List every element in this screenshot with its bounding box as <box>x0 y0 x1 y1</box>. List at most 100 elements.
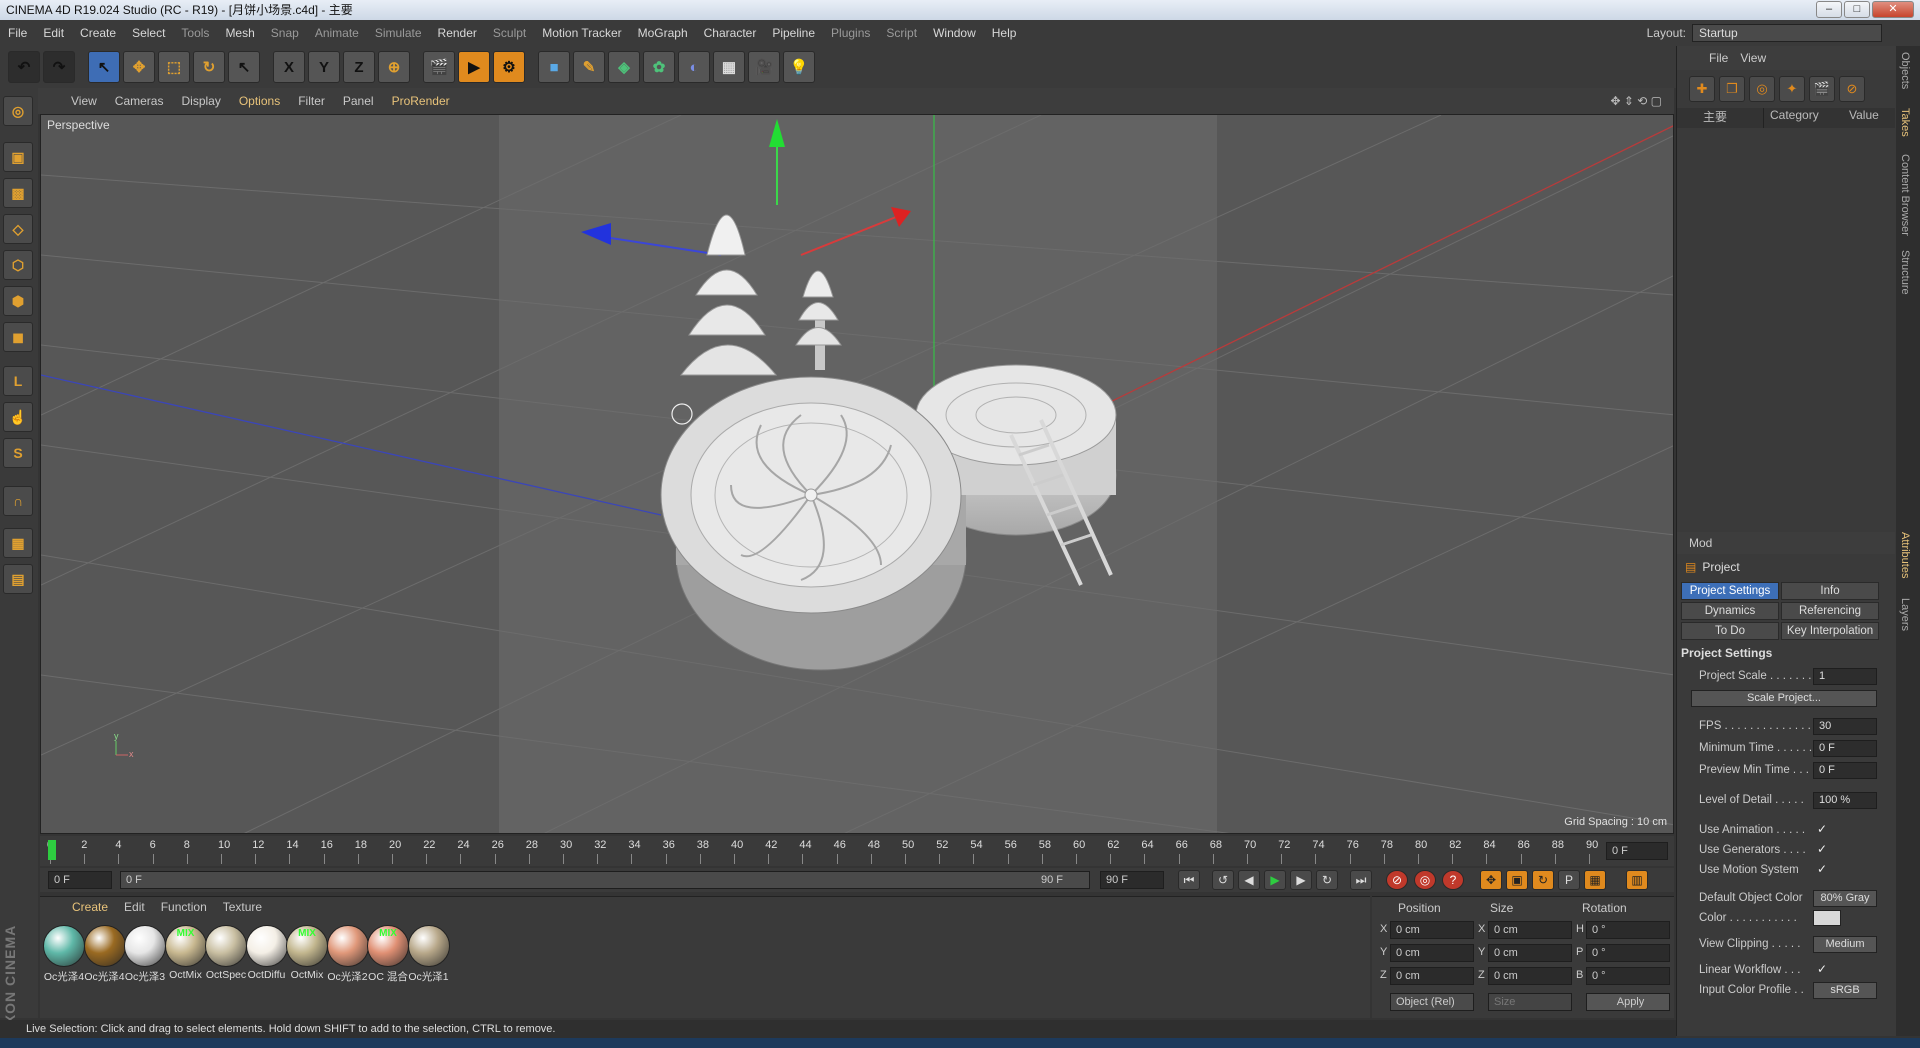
linear-workflow-checkbox[interactable]: ✓ <box>1817 962 1827 976</box>
side-tab-structure[interactable]: Structure <box>1899 250 1911 295</box>
apply-button[interactable]: Apply <box>1586 993 1670 1011</box>
menu-file[interactable]: File <box>0 26 35 40</box>
axis-mode-icon[interactable]: L <box>3 366 33 396</box>
coord-mode-dropdown[interactable]: Object (Rel) <box>1390 993 1474 1011</box>
material-swatch[interactable]: Oc光泽3 <box>123 925 167 984</box>
viewport-menu-cameras[interactable]: Cameras <box>106 94 173 108</box>
material-menu-create[interactable]: Create <box>64 900 116 914</box>
live-selection-icon[interactable]: ↖ <box>88 51 120 83</box>
viewport-menu-display[interactable]: Display <box>172 94 229 108</box>
material-swatch[interactable]: MIX OctMix <box>164 925 208 981</box>
take-clone-icon[interactable]: ❐ <box>1719 76 1745 102</box>
menu-script[interactable]: Script <box>878 26 925 40</box>
menu-create[interactable]: Create <box>72 26 124 40</box>
viewport-perspective[interactable]: yx Perspective Grid Spacing : 10 cm <box>40 114 1674 834</box>
takes-list[interactable] <box>1677 128 1895 558</box>
tweak-mode-icon[interactable]: ☝ <box>3 402 33 432</box>
pos-y-field[interactable]: 0 cm <box>1390 944 1474 962</box>
make-editable-icon[interactable]: ◎ <box>3 96 33 126</box>
autokey-icon[interactable]: ◎ <box>1414 870 1436 890</box>
render-view-icon[interactable]: 🎬 <box>423 51 455 83</box>
color-swatch[interactable] <box>1813 910 1841 926</box>
material-swatch[interactable]: MIX OctMix <box>285 925 329 981</box>
fps-field[interactable]: 30 <box>1813 718 1877 735</box>
material-menu-function[interactable]: Function <box>153 900 215 914</box>
size-y-field[interactable]: 0 cm <box>1488 944 1572 962</box>
key-parameter-icon[interactable]: P <box>1558 870 1580 890</box>
material-swatch[interactable]: Oc光泽1 <box>407 925 451 984</box>
material-menu-texture[interactable]: Texture <box>215 900 270 914</box>
timeline-ruler[interactable]: 0246810121416182022242628303234363840424… <box>40 836 1674 866</box>
side-tab-takes[interactable]: Takes <box>1899 108 1911 137</box>
rotate-icon[interactable]: ↻ <box>193 51 225 83</box>
menu-animate[interactable]: Animate <box>307 26 367 40</box>
tab-todo[interactable]: To Do <box>1681 622 1779 640</box>
menu-help[interactable]: Help <box>984 26 1025 40</box>
viewport-menu-view[interactable]: View <box>62 94 106 108</box>
close-button[interactable]: ✕ <box>1872 1 1914 18</box>
take-render-icon[interactable]: 🎬 <box>1809 76 1835 102</box>
size-z-field[interactable]: 0 cm <box>1488 967 1572 985</box>
solo-icon[interactable]: S <box>3 438 33 468</box>
current-frame-field[interactable]: 0 F <box>1606 842 1668 860</box>
light-icon[interactable]: 💡 <box>783 51 815 83</box>
tab-key-interpolation[interactable]: Key Interpolation <box>1781 622 1879 640</box>
preview-min-time-field[interactable]: 0 F <box>1813 762 1877 779</box>
edges-mode-icon[interactable]: ⬢ <box>3 286 33 316</box>
render-settings-icon[interactable]: ⚙ <box>493 51 525 83</box>
minimum-time-field[interactable]: 0 F <box>1813 740 1877 757</box>
material-swatch[interactable]: OctSpec <box>204 925 248 981</box>
menu-plugins[interactable]: Plugins <box>823 26 878 40</box>
undo-icon[interactable]: ↶ <box>8 51 40 83</box>
takes-root[interactable]: 主要 <box>1677 108 1763 128</box>
viewport-nav-icons[interactable]: ✥ ⇕ ⟲ ▢ <box>1610 94 1662 108</box>
key-rotation-icon[interactable]: ↻ <box>1532 870 1554 890</box>
minimize-button[interactable]: – <box>1816 1 1842 18</box>
menu-edit[interactable]: Edit <box>35 26 72 40</box>
deformer-icon[interactable]: ◐ <box>678 51 710 83</box>
project-scale-field[interactable]: 1 <box>1813 668 1877 685</box>
material-swatch[interactable]: OctDiffu <box>245 925 289 981</box>
key-position-icon[interactable]: ✥ <box>1480 870 1502 890</box>
pos-z-field[interactable]: 0 cm <box>1390 967 1474 985</box>
tab-dynamics[interactable]: Dynamics <box>1681 602 1779 620</box>
tab-project-settings[interactable]: Project Settings <box>1681 582 1779 600</box>
side-tab-content-browser[interactable]: Content Browser <box>1899 154 1911 236</box>
cube-icon[interactable]: ■ <box>538 51 570 83</box>
prev-frame-icon[interactable]: ◀ <box>1238 870 1260 890</box>
polygons-mode-icon[interactable]: ◼ <box>3 322 33 352</box>
level-of-detail-field[interactable]: 100 % <box>1813 792 1877 809</box>
timeline-playhead[interactable] <box>48 840 56 860</box>
points-mode-icon[interactable]: ⬡ <box>3 250 33 280</box>
play-icon[interactable]: ▶ <box>1264 870 1286 890</box>
lock-workplane-icon[interactable]: ▦ <box>3 528 33 558</box>
pen-icon[interactable]: ✎ <box>573 51 605 83</box>
tab-referencing[interactable]: Referencing <box>1781 602 1879 620</box>
cloner-icon[interactable]: ✿ <box>643 51 675 83</box>
viewport-menu-options[interactable]: Options <box>230 94 289 108</box>
material-swatch[interactable]: Oc光泽4 <box>42 925 86 984</box>
z-axis-icon[interactable]: Z <box>343 51 375 83</box>
take-auto-icon[interactable]: ✦ <box>1779 76 1805 102</box>
menu-select[interactable]: Select <box>124 26 173 40</box>
menu-render[interactable]: Render <box>430 26 485 40</box>
render-picture-viewer-icon[interactable]: ▶ <box>458 51 490 83</box>
menu-tools[interactable]: Tools <box>173 26 217 40</box>
rot-h-field[interactable]: 0 ° <box>1586 921 1670 939</box>
size-x-field[interactable]: 0 cm <box>1488 921 1572 939</box>
end-frame-field[interactable]: 90 F <box>1100 871 1164 889</box>
menu-pipeline[interactable]: Pipeline <box>764 26 823 40</box>
subdivision-icon[interactable]: ◈ <box>608 51 640 83</box>
menu-character[interactable]: Character <box>696 26 765 40</box>
material-menu-edit[interactable]: Edit <box>116 900 153 914</box>
viewport-menu-panel[interactable]: Panel <box>334 94 383 108</box>
planar-workplane-icon[interactable]: ▤ <box>3 564 33 594</box>
size-mode-dropdown[interactable]: Size <box>1488 993 1572 1011</box>
maximize-button[interactable]: □ <box>1844 1 1870 18</box>
take-lock-icon[interactable]: ⊘ <box>1839 76 1865 102</box>
floor-icon[interactable]: ▦ <box>713 51 745 83</box>
menu-window[interactable]: Window <box>925 26 984 40</box>
input-color-profile-dropdown[interactable]: sRGB <box>1813 982 1877 999</box>
next-key-icon[interactable]: ↻ <box>1316 870 1338 890</box>
viewport-menu-filter[interactable]: Filter <box>289 94 334 108</box>
